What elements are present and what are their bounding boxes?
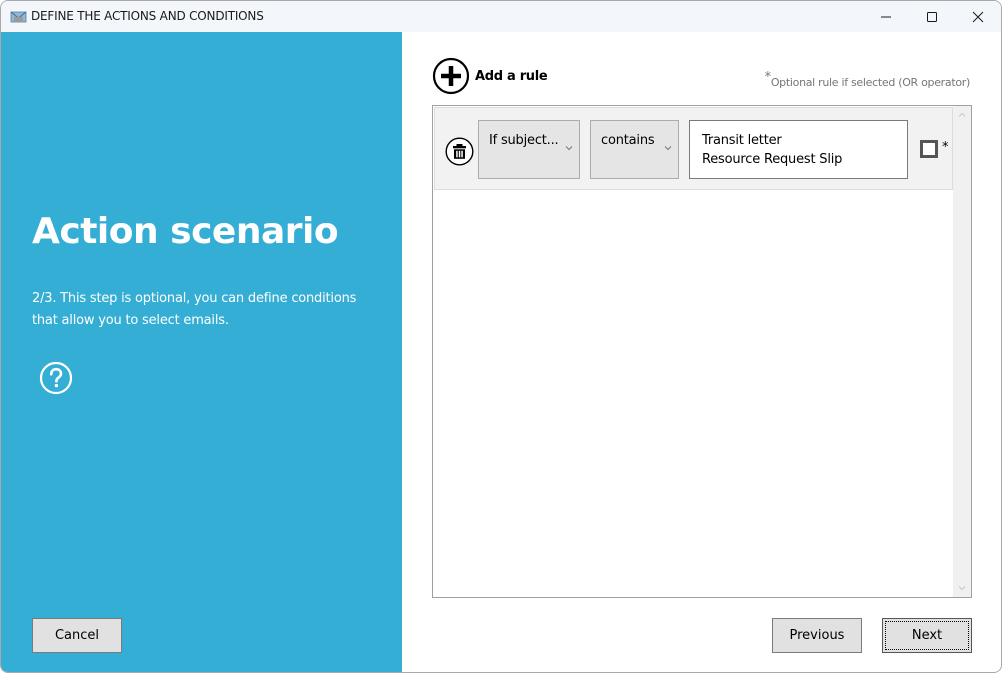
field-dropdown-value: If subject...	[489, 133, 559, 148]
title-bar: DEFINE THE ACTIONS AND CONDITIONS	[1, 1, 1001, 32]
optional-rule-checkbox[interactable]	[920, 140, 938, 158]
page-title: Action scenario	[32, 211, 339, 252]
minimize-button[interactable]	[863, 1, 909, 32]
optional-rule-note: *Optional rule if selected (OR operator)	[765, 70, 971, 90]
mail-envelope-icon	[10, 11, 27, 23]
close-icon	[972, 11, 984, 22]
chevron-down-icon	[664, 146, 672, 151]
rule-value-line: Transit letter	[702, 133, 782, 148]
next-button[interactable]: Next	[882, 618, 972, 653]
optional-note-star: *	[764, 70, 772, 85]
left-info-panel: Action scenario 2/3. This step is option…	[1, 32, 402, 672]
operator-dropdown[interactable]: contains	[590, 120, 679, 179]
previous-button[interactable]: Previous	[772, 618, 862, 653]
focus-indicator	[885, 621, 969, 650]
maximize-icon	[927, 11, 937, 22]
minimize-icon	[881, 16, 891, 17]
rule-row: If subject... contains Transit letter Re…	[434, 107, 953, 190]
chevron-down-icon	[565, 146, 573, 151]
scroll-down-button[interactable]	[953, 579, 971, 597]
add-rule-label: Add a rule	[475, 68, 548, 84]
rule-value-textbox[interactable]: Transit letter Resource Request Slip	[689, 120, 908, 179]
chevron-down-icon	[958, 586, 966, 591]
plus-circle-icon	[432, 57, 470, 95]
window-title: DEFINE THE ACTIONS AND CONDITIONS	[31, 9, 264, 23]
optional-note-text: Optional rule if selected (OR operator)	[770, 76, 970, 89]
step-description: 2/3. This step is optional, you can defi…	[32, 291, 357, 328]
maximize-button[interactable]	[909, 1, 955, 32]
optional-rule-marker: *	[942, 140, 949, 155]
rule-value-line: Resource Request Slip	[702, 152, 843, 167]
field-dropdown[interactable]: If subject...	[478, 120, 580, 179]
close-button[interactable]	[955, 1, 1001, 32]
operator-dropdown-value: contains	[601, 133, 655, 148]
vertical-scrollbar[interactable]	[953, 106, 971, 597]
scroll-up-button[interactable]	[953, 106, 971, 124]
cancel-button[interactable]: Cancel	[32, 618, 122, 653]
wizard-window: DEFINE THE ACTIONS AND CONDITIONS Action…	[0, 0, 1002, 673]
rules-list[interactable]: If subject... contains Transit letter Re…	[432, 105, 972, 598]
trash-icon[interactable]	[445, 137, 474, 166]
add-rule-button[interactable]: Add a rule	[432, 57, 548, 95]
chevron-up-icon	[958, 112, 966, 117]
question-circle-icon[interactable]	[39, 361, 73, 395]
